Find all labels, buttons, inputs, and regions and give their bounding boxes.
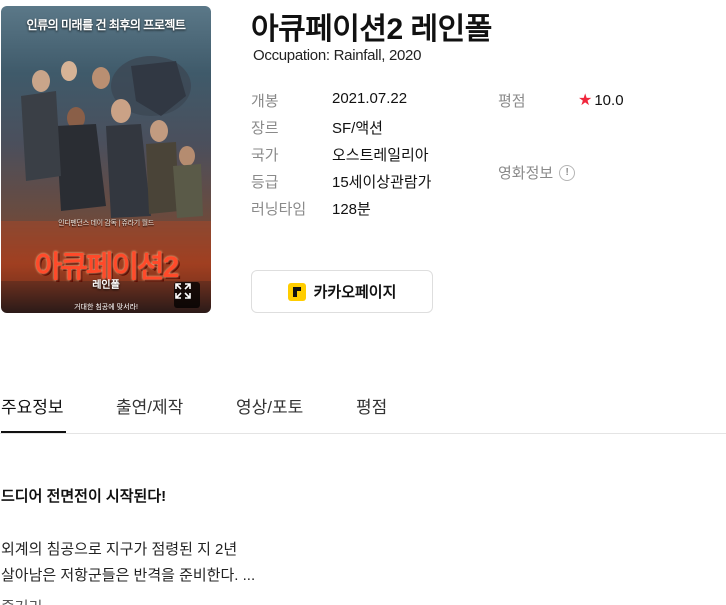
tab-cast-crew[interactable]: 출연/제작	[116, 393, 183, 418]
movie-title: 아큐페이션2 레인폴	[251, 13, 492, 46]
info-icon: !	[559, 164, 576, 181]
movie-info-link[interactable]: 영화정보 !	[498, 162, 576, 183]
kakaopage-logo-icon	[287, 282, 306, 301]
synopsis-headline: 드디어 전면전이 시작된다!	[1, 488, 167, 505]
info-label-runtime: 러닝타임	[251, 201, 307, 218]
movie-detail-page: 인류의 미래를 건 최후의 프로젝트 인디펜던스 데이 감독 | 쥬라기 월드 …	[0, 0, 726, 605]
info-label-rating-class: 등급	[251, 174, 279, 191]
info-value-runtime: 128분	[332, 201, 371, 218]
poster-tagline: 인류의 미래를 건 최후의 프로젝트	[26, 18, 186, 32]
info-label-release: 개봉	[251, 93, 279, 110]
poster-credit: 인디펜던스 데이 감독 | 쥬라기 월드	[58, 220, 154, 227]
rating-score: 10.0	[594, 91, 624, 109]
synopsis-line: 외계의 침공으로 지구가 점령된 지 2년	[1, 541, 238, 558]
detail-tabs: 주요정보 출연/제작 영상/포토 평점	[0, 383, 726, 434]
expand-poster-button[interactable]	[174, 282, 200, 308]
tab-reviews[interactable]: 평점	[356, 393, 387, 418]
info-label-country: 국가	[251, 147, 279, 164]
info-value-genre: SF/액션	[332, 120, 383, 137]
active-tab-indicator	[1, 431, 66, 433]
original-title: Occupation: Rainfall, 2020	[253, 47, 422, 64]
movie-poster[interactable]: 인류의 미래를 건 최후의 프로젝트 인디펜던스 데이 감독 | 쥬라기 월드 …	[1, 6, 211, 313]
movie-info-label: 영화정보	[498, 165, 554, 182]
synopsis-line: 살아남은 저항군들은 반격을 준비한다. ...	[1, 567, 256, 584]
info-label-genre: 장르	[251, 120, 279, 137]
tab-video-photo[interactable]: 영상/포토	[236, 393, 303, 418]
info-value-rating-class: 15세이상관람가	[332, 174, 432, 191]
synopsis-cut-off-text: 줄거리	[1, 596, 42, 605]
info-value-release: 2021.07.22	[332, 90, 408, 107]
tab-main-info[interactable]: 주요정보	[1, 393, 64, 418]
rating-display: ★ 10.0	[578, 90, 624, 110]
kakaopage-button[interactable]: 카카오페이지	[251, 270, 433, 313]
rating-label: 평점	[498, 93, 526, 110]
star-icon: ★	[578, 92, 593, 109]
expand-icon	[175, 283, 191, 299]
info-value-country: 오스트레일리아	[332, 147, 429, 164]
kakaopage-button-label: 카카오페이지	[313, 284, 397, 301]
